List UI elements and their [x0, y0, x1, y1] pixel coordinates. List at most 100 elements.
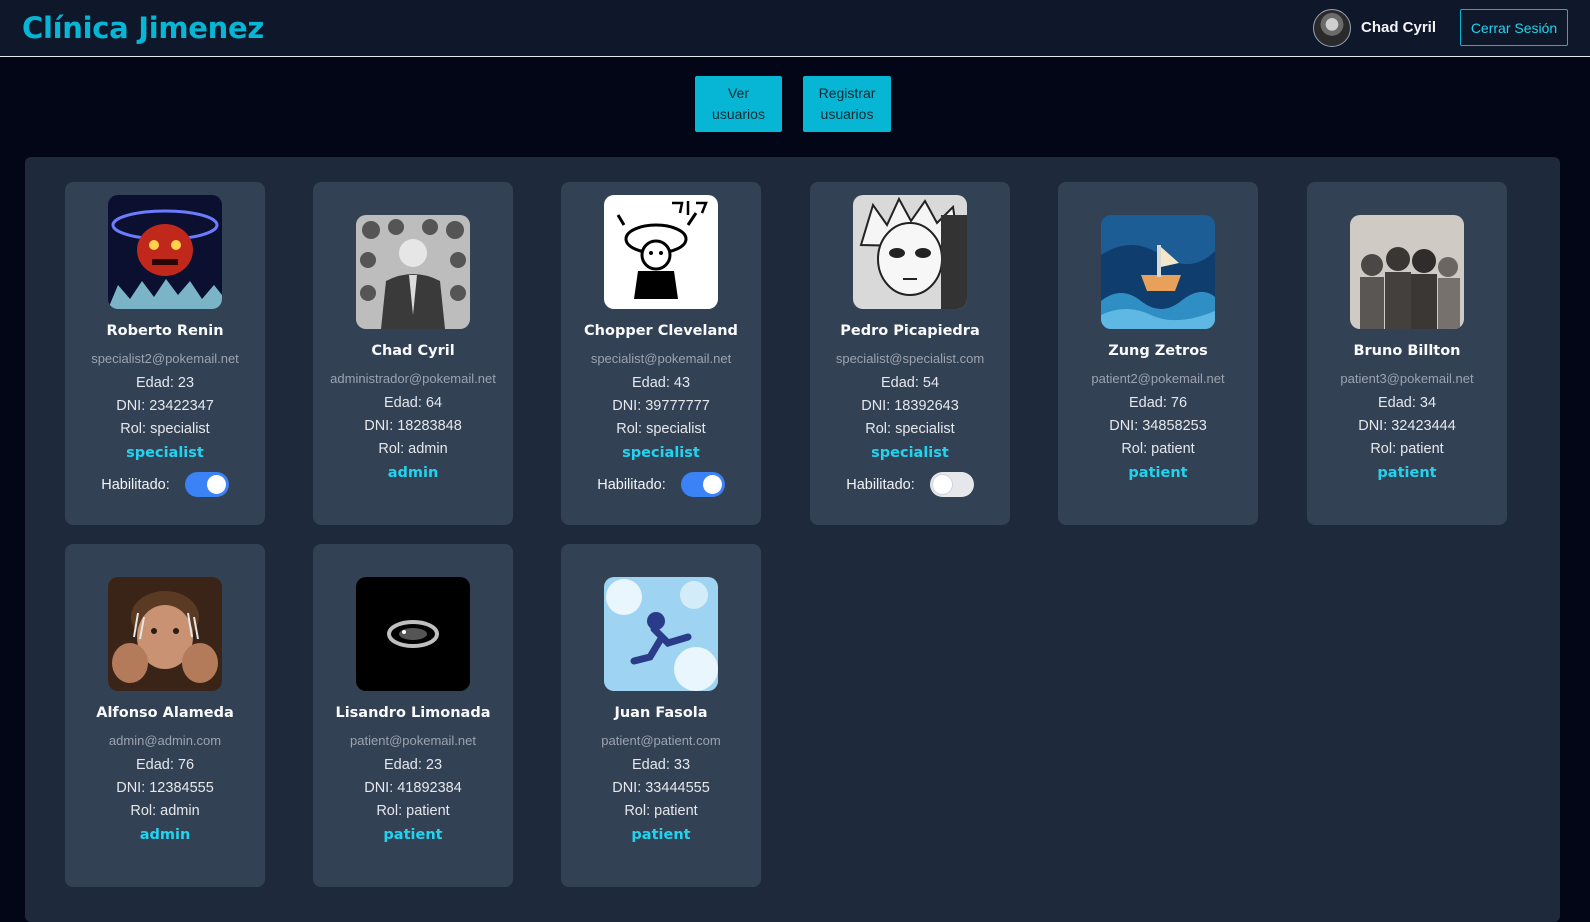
enabled-toggle[interactable] [184, 472, 229, 497]
user-email: administrador@pokemail.net [330, 371, 496, 386]
role-badge: specialist [871, 445, 949, 461]
user-card: Lisandro Limonada patient@pokemail.net E… [313, 544, 513, 887]
enabled-row: Habilitado: [597, 472, 725, 497]
user-name: Lisandro Limonada [335, 705, 491, 721]
user-role-line: Rol: specialist [616, 421, 706, 437]
navbar: Clínica Jimenez Chad Cyril Cerrar Sesión [0, 0, 1590, 57]
toggle-knob [206, 475, 226, 494]
user-name: Pedro Picapiedra [840, 323, 980, 339]
sky-jump-icon [604, 577, 718, 691]
user-card: Juan Fasola patient@patient.com Edad: 33… [561, 544, 761, 887]
user-email: patient3@pokemail.net [1340, 371, 1474, 386]
user-card: Roberto Renin specialist2@pokemail.net E… [65, 182, 265, 525]
role-badge: specialist [126, 445, 204, 461]
user-photo [1101, 215, 1215, 329]
user-card: Bruno Billton patient3@pokemail.net Edad… [1307, 182, 1507, 525]
user-email: admin@admin.com [108, 733, 222, 748]
user-age: Edad: 54 [880, 375, 940, 391]
user-age: Edad: 23 [135, 375, 195, 391]
user-dni: DNI: 34858253 [1109, 418, 1207, 434]
user-age: Edad: 43 [631, 375, 691, 391]
enabled-toggle[interactable] [680, 472, 725, 497]
user-age: Edad: 33 [631, 757, 691, 773]
user-age: Edad: 64 [383, 395, 443, 411]
user-role-line: Rol: patient [1370, 441, 1444, 457]
user-role-line: Rol: admin [378, 441, 448, 457]
brand-title[interactable]: Clínica Jimenez [22, 11, 264, 45]
enabled-label: Habilitado: [597, 476, 666, 493]
users-panel: Roberto Renin specialist2@pokemail.net E… [25, 157, 1560, 922]
user-role-line: Rol: admin [130, 803, 200, 819]
enabled-toggle[interactable] [929, 472, 974, 497]
role-badge: patient [1128, 465, 1188, 481]
user-age: Edad: 76 [1128, 395, 1188, 411]
toggle-knob [702, 475, 722, 494]
user-photo [356, 577, 470, 691]
user-age: Edad: 23 [383, 757, 443, 773]
role-badge: specialist [622, 445, 700, 461]
user-dni: DNI: 32423444 [1358, 418, 1456, 434]
view-users-button[interactable]: Ver usuarios [695, 76, 782, 132]
user-role-line: Rol: specialist [865, 421, 955, 437]
toggle-knob [932, 475, 952, 494]
role-badge: patient [1377, 465, 1437, 481]
manga-boy-icon [853, 195, 967, 309]
user-dni: DNI: 33444555 [612, 780, 710, 796]
user-card: Pedro Picapiedra specialist@specialist.c… [810, 182, 1010, 525]
user-dni: DNI: 18392643 [861, 398, 959, 414]
role-badge: admin [139, 827, 191, 843]
nav-username: Chad Cyril [1361, 19, 1437, 36]
user-email: patient@pokemail.net [350, 733, 476, 748]
user-email: patient2@pokemail.net [1091, 371, 1225, 386]
man-claws-icon [108, 577, 222, 691]
user-photo [356, 215, 470, 329]
user-card: Alfonso Alameda admin@admin.com Edad: 76… [65, 544, 265, 887]
user-age: Edad: 76 [135, 757, 195, 773]
user-card: Chopper Cleveland specialist@pokemail.ne… [561, 182, 761, 525]
logout-button[interactable]: Cerrar Sesión [1460, 9, 1568, 46]
user-name: Chad Cyril [371, 343, 455, 359]
user-photo [853, 195, 967, 309]
user-name: Bruno Billton [1353, 343, 1461, 359]
user-email: specialist@pokemail.net [590, 351, 732, 366]
user-card: Zung Zetros patient2@pokemail.net Edad: … [1058, 182, 1258, 525]
group-photo-icon [1350, 215, 1464, 329]
user-age: Edad: 34 [1377, 395, 1437, 411]
enabled-label: Habilitado: [846, 476, 915, 493]
user-dni: DNI: 41892384 [364, 780, 462, 796]
user-dni: DNI: 12384555 [116, 780, 214, 796]
user-name: Zung Zetros [1108, 343, 1208, 359]
user-email: specialist@specialist.com [835, 351, 985, 366]
ship-waves-icon [1101, 215, 1215, 329]
user-email: patient@patient.com [601, 733, 721, 748]
user-dni: DNI: 23422347 [116, 398, 214, 414]
enabled-row: Habilitado: [101, 472, 229, 497]
user-role-line: Rol: patient [376, 803, 450, 819]
role-badge: patient [383, 827, 443, 843]
user-photo [108, 195, 222, 309]
user-photo [108, 577, 222, 691]
dark-ring-icon [356, 577, 470, 691]
user-role-line: Rol: patient [1121, 441, 1195, 457]
register-users-button[interactable]: Registrar usuarios [803, 76, 891, 132]
manga-chopper-icon [604, 195, 718, 309]
user-email: specialist2@pokemail.net [91, 351, 239, 366]
enabled-row: Habilitado: [846, 472, 974, 497]
user-photo [604, 577, 718, 691]
user-role-line: Rol: specialist [120, 421, 210, 437]
suited-man-icon [356, 215, 470, 329]
user-name: Juan Fasola [614, 705, 708, 721]
demon-art-icon [108, 195, 222, 309]
user-dni: DNI: 39777777 [612, 398, 710, 414]
user-photo [1350, 215, 1464, 329]
role-badge: admin [387, 465, 439, 481]
user-name: Chopper Cleveland [584, 323, 738, 339]
enabled-label: Habilitado: [101, 476, 170, 493]
role-badge: patient [631, 827, 691, 843]
user-photo [604, 195, 718, 309]
user-name: Roberto Renin [106, 323, 224, 339]
user-card: Chad Cyril administrador@pokemail.net Ed… [313, 182, 513, 525]
user-role-line: Rol: patient [624, 803, 698, 819]
user-name: Alfonso Alameda [96, 705, 234, 721]
user-dni: DNI: 18283848 [364, 418, 462, 434]
